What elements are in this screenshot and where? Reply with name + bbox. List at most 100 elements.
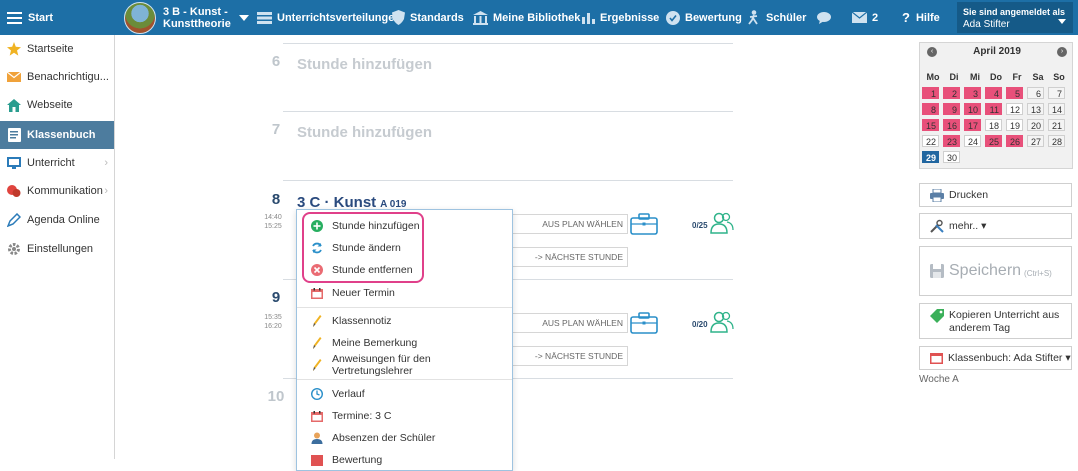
calendar-day[interactable]: 20 xyxy=(1027,119,1044,131)
question-icon: ? xyxy=(902,10,910,25)
print-button[interactable]: Drucken xyxy=(919,183,1072,207)
sidebar-item-kommunikation[interactable]: Kommunikation › xyxy=(0,177,114,205)
calendar-icon xyxy=(930,352,943,364)
class-selector[interactable]: 3 B - Kunst - Kunsttheorie xyxy=(124,1,249,34)
period-divider xyxy=(283,180,733,181)
calendar-day[interactable]: 27 xyxy=(1027,135,1044,147)
add-lesson-link[interactable]: Stunde hinzufügen xyxy=(297,56,432,73)
sidebar-item-unterricht[interactable]: Unterricht › xyxy=(0,149,114,177)
login-username: Ada Stifter xyxy=(963,19,1010,30)
briefcase-icon[interactable] xyxy=(630,312,658,334)
calendar-day[interactable]: 23 xyxy=(943,135,960,147)
help-button[interactable]: ? Hilfe xyxy=(902,0,940,35)
start-label: Start xyxy=(28,11,54,24)
calendar-day[interactable]: 25 xyxy=(985,135,1002,147)
calendar-day[interactable]: 12 xyxy=(1006,103,1023,115)
menu-item-meine-bemerkung[interactable]: Meine Bemerkung xyxy=(297,332,512,354)
sidebar-item-einstellungen[interactable]: Einstellungen xyxy=(0,235,114,263)
briefcase-icon[interactable] xyxy=(630,213,658,235)
calendar-day[interactable]: 13 xyxy=(1027,103,1044,115)
calendar-day[interactable]: 3 xyxy=(964,87,981,99)
week-label: Woche A xyxy=(919,374,959,385)
menu-item-absenzen-schueler[interactable]: Absenzen der Schüler xyxy=(297,427,512,449)
period-number: 9 xyxy=(271,289,281,306)
students-icon[interactable] xyxy=(710,311,734,333)
calendar-day[interactable]: 9 xyxy=(943,103,960,115)
menu-item-anweisungen-vertretungslehrer[interactable]: Anweisungen für den Vertretungslehrer xyxy=(297,353,512,377)
nav-schueler[interactable]: Schüler xyxy=(746,0,806,35)
nav-unterrichtsverteilungen[interactable]: Unterrichtsverteilungen xyxy=(257,0,401,35)
next-lesson-button[interactable]: -> NÄCHSTE STUNDE xyxy=(505,247,628,267)
nav-ergebnisse[interactable]: Ergebnisse xyxy=(582,0,659,35)
sidebar-item-klassenbuch[interactable]: Klassenbuch xyxy=(0,121,114,149)
choose-from-plan-button[interactable]: AUS PLAN WÄHLEN xyxy=(505,214,628,234)
calendar-day[interactable]: 19 xyxy=(1006,119,1023,131)
person-icon xyxy=(311,432,323,444)
envelope-icon xyxy=(7,70,21,84)
copy-lesson-button[interactable]: Kopieren Unterricht aus anderem Tag xyxy=(919,303,1072,339)
more-button[interactable]: mehr.. ▾ xyxy=(919,213,1072,239)
sidebar-item-startseite[interactable]: Startseite xyxy=(0,35,114,63)
mail-button[interactable]: 2 xyxy=(852,0,878,35)
attendance-count: 0/25 xyxy=(692,221,708,230)
weekday-label: Di xyxy=(949,72,959,82)
calendar-day[interactable]: 18 xyxy=(985,119,1002,131)
calendar-day[interactable]: 8 xyxy=(922,103,939,115)
calendar-day[interactable]: 26 xyxy=(1006,135,1023,147)
book-icon xyxy=(7,128,21,142)
menu-item-klassennotiz[interactable]: Klassennotiz xyxy=(297,310,512,332)
menu-item-neuer-termin[interactable]: Neuer Termin xyxy=(297,282,512,304)
period-divider xyxy=(283,111,733,112)
mail-count: 2 xyxy=(872,11,879,24)
period-time: 15:35 16:20 xyxy=(264,314,282,330)
weekday-label: Mo xyxy=(926,72,940,82)
sidebar-item-agenda-online[interactable]: Agenda Online xyxy=(0,206,114,234)
calendar-day-today[interactable]: 29 xyxy=(922,151,939,163)
calendar-day[interactable]: 14 xyxy=(1048,103,1065,115)
period-number: 7 xyxy=(271,121,281,138)
calendar-day[interactable]: 11 xyxy=(985,103,1002,115)
calendar-day[interactable]: 1 xyxy=(922,87,939,99)
sidebar-item-webseite[interactable]: Webseite xyxy=(0,91,114,119)
period-divider xyxy=(283,43,733,44)
distribution-icon xyxy=(257,11,272,24)
calendar-day[interactable]: 22 xyxy=(922,135,939,147)
shield-icon xyxy=(392,10,405,25)
menu-item-bewertung[interactable]: Bewertung xyxy=(297,449,512,471)
choose-from-plan-button[interactable]: AUS PLAN WÄHLEN xyxy=(505,313,628,333)
add-lesson-link[interactable]: Stunde hinzufügen xyxy=(297,124,432,141)
chat-icon xyxy=(817,11,831,24)
calendar-day[interactable]: 24 xyxy=(964,135,981,147)
top-bar: Start 3 B - Kunst - Kunsttheorie Unterri… xyxy=(0,0,1078,35)
sidebar-item-benachrichtigungen[interactable]: Benachrichtigu... xyxy=(0,63,114,91)
nav-meine-bibliothek[interactable]: Meine Bibliothek xyxy=(473,0,580,35)
nav-bewertung[interactable]: Bewertung xyxy=(666,0,742,35)
star-icon xyxy=(7,42,21,56)
menu-item-verlauf[interactable]: Verlauf xyxy=(297,383,512,405)
calendar-day[interactable]: 21 xyxy=(1048,119,1065,131)
menu-divider xyxy=(297,379,512,380)
login-user-menu[interactable]: Sie sind angemeldet als Ada Stifter xyxy=(957,2,1073,33)
calendar-day[interactable]: 10 xyxy=(964,103,981,115)
save-button[interactable]: Speichern (Ctrl+S) xyxy=(919,246,1072,296)
calendar-month: April 2019 xyxy=(973,46,1021,57)
students-icon[interactable] xyxy=(710,212,734,234)
calendar-day[interactable]: 2 xyxy=(943,87,960,99)
calendar-day[interactable]: 28 xyxy=(1048,135,1065,147)
weekday-label: Do xyxy=(990,72,1002,82)
menu-item-termine-3c[interactable]: Termine: 3 C xyxy=(297,405,512,427)
calendar-day[interactable]: 7 xyxy=(1048,87,1065,99)
classbook-teacher-select[interactable]: Klassenbuch: Ada Stifter ▾ xyxy=(919,346,1072,370)
calendar-day[interactable]: 17 xyxy=(964,119,981,131)
calendar-day[interactable]: 4 xyxy=(985,87,1002,99)
start-menu-button[interactable]: Start xyxy=(0,0,114,35)
next-lesson-button[interactable]: -> NÄCHSTE STUNDE xyxy=(505,346,628,366)
calendar-day[interactable]: 5 xyxy=(1006,87,1023,99)
calendar-day[interactable]: 6 xyxy=(1027,87,1044,99)
next-month-button[interactable]: › xyxy=(1057,47,1067,57)
calendar-day[interactable]: 16 xyxy=(943,119,960,131)
nav-standards[interactable]: Standards xyxy=(392,0,464,35)
calendar-day[interactable]: 15 xyxy=(922,119,939,131)
calendar-day[interactable]: 30 xyxy=(943,151,960,163)
chat-button[interactable] xyxy=(817,0,838,35)
